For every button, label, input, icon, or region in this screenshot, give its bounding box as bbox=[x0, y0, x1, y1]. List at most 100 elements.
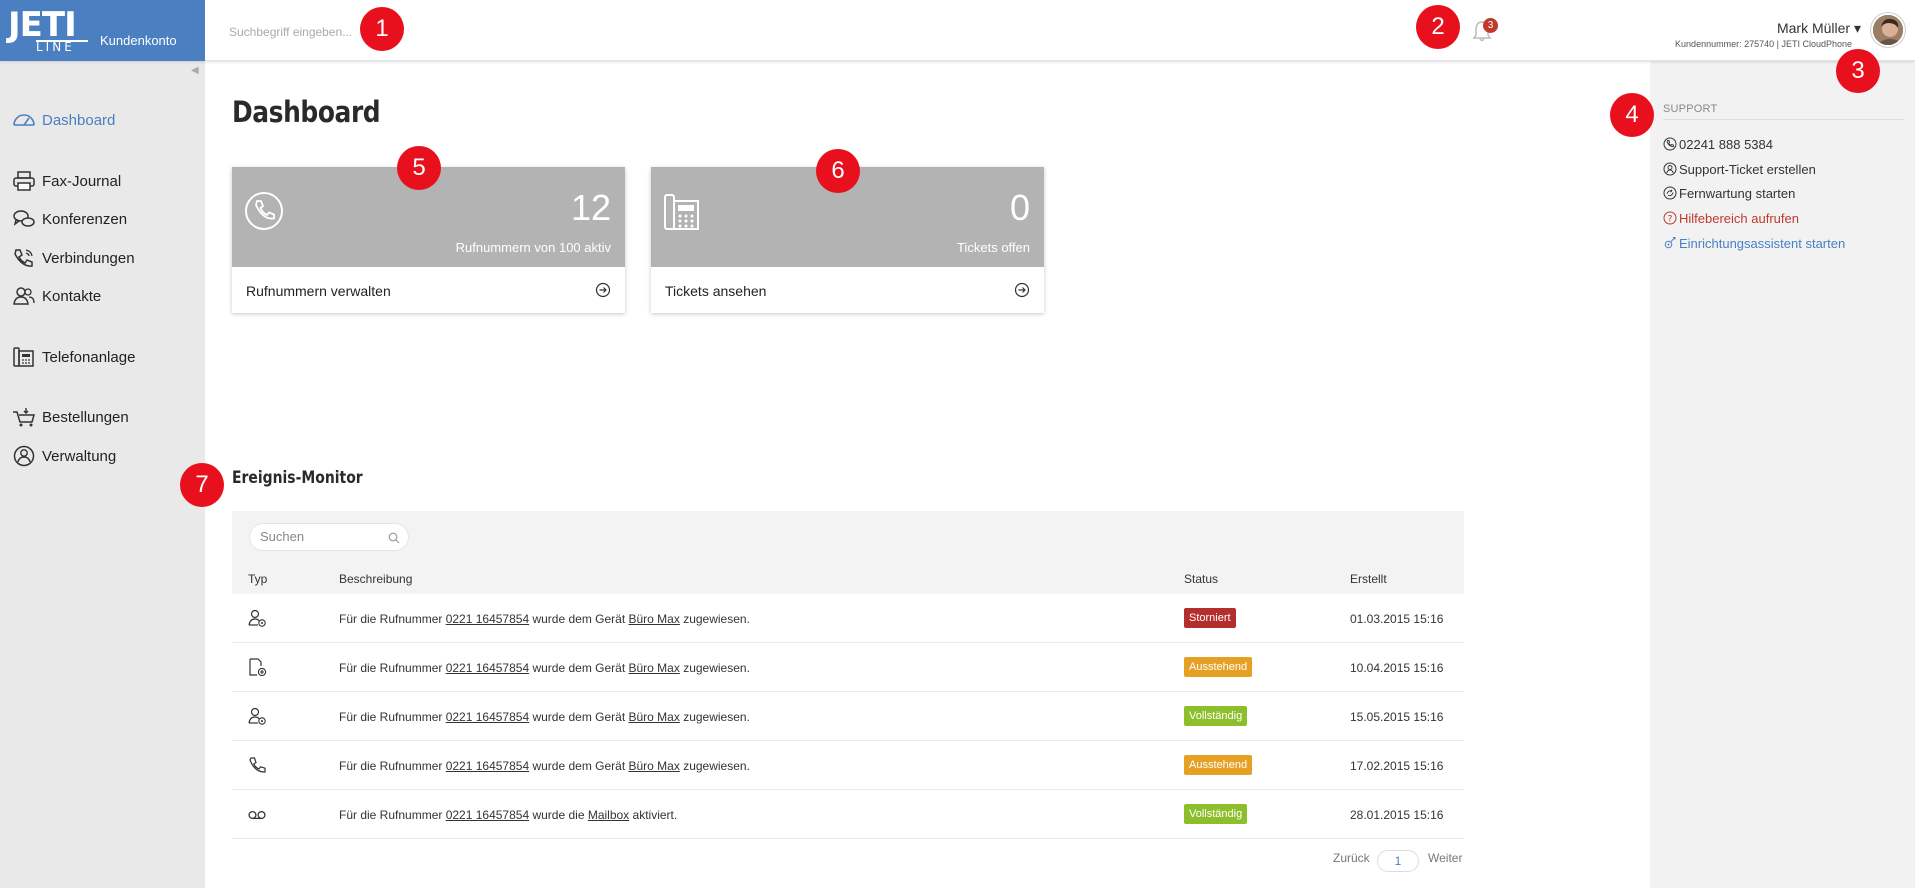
status-badge: Ausstehend bbox=[1184, 657, 1253, 677]
user-menu[interactable]: Mark Müller ▾ bbox=[1777, 20, 1861, 37]
table-row[interactable]: Für die Rufnummer 0221 16457854 wurde de… bbox=[232, 692, 1464, 741]
column-header-type[interactable]: Typ bbox=[248, 572, 267, 586]
shopping-cart-icon bbox=[13, 408, 35, 427]
printer-icon bbox=[13, 171, 35, 191]
sidebar-item-kontakte[interactable]: Kontakte bbox=[12, 284, 101, 308]
support-phone[interactable]: 02241 888 5384 bbox=[1663, 135, 1773, 153]
pager-next[interactable]: Weiter bbox=[1428, 851, 1462, 865]
sidebar-item-konferenzen[interactable]: Konferenzen bbox=[12, 207, 127, 231]
voicemail-icon bbox=[247, 804, 267, 824]
svg-text:?: ? bbox=[1668, 214, 1673, 224]
phone-handset-icon bbox=[245, 192, 283, 230]
event-monitor-toolbar bbox=[232, 511, 1464, 566]
jeti-logo[interactable]: JETI LINE bbox=[8, 5, 90, 53]
annotation-marker-6: 6 bbox=[816, 149, 860, 193]
sidebar-item-fax-journal[interactable]: Fax-Journal bbox=[12, 169, 121, 193]
notification-badge[interactable]: 3 bbox=[1483, 18, 1498, 33]
setup-wizard-link[interactable]: Einrichtungsassistent starten bbox=[1663, 234, 1845, 252]
annotation-marker-2: 2 bbox=[1416, 5, 1460, 49]
description-text: wurde dem Gerät bbox=[529, 661, 629, 675]
column-header-status[interactable]: Status bbox=[1184, 572, 1218, 586]
sidebar-item-label: Kontakte bbox=[42, 287, 102, 305]
user-settings-icon bbox=[247, 608, 267, 628]
column-header-created[interactable]: Erstellt bbox=[1350, 572, 1387, 586]
target-link[interactable]: Büro Max bbox=[629, 612, 680, 626]
help-icon: ? bbox=[1663, 211, 1677, 225]
pager-prev[interactable]: Zurück bbox=[1333, 851, 1370, 865]
pager-current-page[interactable]: 1 bbox=[1377, 850, 1419, 872]
sidebar-item-verbindungen[interactable]: Verbindungen bbox=[12, 246, 135, 270]
table-header: Typ Beschreibung Status Erstellt bbox=[232, 561, 1464, 594]
annotation-marker-5: 5 bbox=[397, 146, 441, 190]
description-text: Für die Rufnummer bbox=[339, 808, 446, 822]
phone-icon bbox=[1663, 137, 1677, 151]
phone-call-icon bbox=[14, 249, 33, 267]
row-created: 15.05.2015 15:16 bbox=[1350, 710, 1444, 724]
sidebar-item-bestellungen[interactable]: Bestellungen bbox=[12, 405, 129, 429]
wizard-icon bbox=[1664, 237, 1676, 249]
search-icon[interactable] bbox=[388, 532, 400, 544]
help-area-link[interactable]: ? Hilfebereich aufrufen bbox=[1663, 209, 1799, 227]
sidebar-item-label: Fax-Journal bbox=[42, 172, 122, 190]
phone-numbers-card: 12 Rufnummern von 100 aktiv Rufnummern v… bbox=[232, 167, 625, 313]
monitor-search[interactable] bbox=[249, 523, 409, 551]
avatar[interactable] bbox=[1871, 13, 1905, 47]
description-text: zugewiesen. bbox=[679, 759, 750, 773]
table-row[interactable]: Für die Rufnummer 0221 16457854 wurde di… bbox=[232, 790, 1464, 839]
document-add-icon bbox=[247, 657, 267, 677]
desk-phone-icon bbox=[13, 347, 34, 367]
arrow-circle-icon[interactable] bbox=[1014, 282, 1030, 298]
row-description: Für die Rufnummer 0221 16457854 wurde de… bbox=[339, 661, 750, 675]
remote-maintenance-link[interactable]: Fernwartung starten bbox=[1663, 184, 1795, 202]
monitor-search-input[interactable] bbox=[260, 529, 380, 544]
status-badge: Vollständig bbox=[1184, 804, 1248, 824]
card-description: Tickets offen bbox=[957, 240, 1030, 255]
description-text: Für die Rufnummer bbox=[339, 710, 446, 724]
sidebar-item-label: Dashboard bbox=[42, 111, 116, 129]
description-text: wurde dem Gerät bbox=[529, 710, 629, 724]
phone-number-link[interactable]: 0221 16457854 bbox=[446, 612, 529, 626]
sidebar-item-label: Bestellungen bbox=[42, 408, 129, 426]
view-tickets-link[interactable]: Tickets ansehen bbox=[665, 283, 766, 299]
chat-bubbles-icon bbox=[13, 210, 35, 227]
event-monitor-title: Ereignis-Monitor bbox=[232, 468, 363, 488]
support-ticket-icon bbox=[1663, 162, 1677, 176]
manage-numbers-link[interactable]: Rufnummern verwalten bbox=[246, 283, 391, 299]
sidebar-item-verwaltung[interactable]: Verwaltung bbox=[12, 444, 116, 468]
description-text: zugewiesen. bbox=[679, 710, 750, 724]
phone-number-link[interactable]: 0221 16457854 bbox=[446, 759, 529, 773]
logo-top-text: JETI bbox=[8, 5, 77, 45]
table-row[interactable]: Für die Rufnummer 0221 16457854 wurde de… bbox=[232, 643, 1464, 692]
page-title: Dashboard bbox=[232, 95, 381, 129]
row-created: 28.01.2015 15:16 bbox=[1350, 808, 1444, 822]
row-created: 17.02.2015 15:16 bbox=[1350, 759, 1444, 773]
user-settings-icon bbox=[247, 706, 267, 726]
description-text: aktiviert. bbox=[629, 808, 678, 822]
target-link[interactable]: Büro Max bbox=[629, 661, 680, 675]
target-link[interactable]: Büro Max bbox=[629, 759, 680, 773]
arrow-circle-icon[interactable] bbox=[595, 282, 611, 298]
support-title: SUPPORT bbox=[1663, 103, 1718, 115]
desk-phone-icon bbox=[664, 194, 699, 230]
table-row[interactable]: Für die Rufnummer 0221 16457854 wurde de… bbox=[232, 741, 1464, 790]
description-text: wurde dem Gerät bbox=[529, 612, 629, 626]
column-header-description[interactable]: Beschreibung bbox=[339, 572, 412, 586]
target-link[interactable]: Büro Max bbox=[629, 710, 680, 724]
description-text: Für die Rufnummer bbox=[339, 612, 446, 626]
brand-label: Kundenkonto bbox=[100, 33, 177, 48]
remote-icon bbox=[1663, 186, 1677, 200]
card-number: 12 bbox=[570, 187, 611, 228]
phone-number-link[interactable]: 0221 16457854 bbox=[446, 710, 529, 724]
collapse-sidebar-icon[interactable]: ◀ bbox=[191, 65, 199, 76]
support-item-label: Hilfebereich aufrufen bbox=[1679, 210, 1799, 226]
brand-area[interactable]: JETI LINE Kundenkonto bbox=[0, 0, 205, 61]
table-row[interactable]: Für die Rufnummer 0221 16457854 wurde de… bbox=[232, 594, 1464, 643]
target-link[interactable]: Mailbox bbox=[588, 808, 629, 822]
sidebar-item-telefonanlage[interactable]: Telefonanlage bbox=[12, 345, 135, 369]
annotation-marker-7: 7 bbox=[180, 463, 224, 507]
support-ticket-link[interactable]: Support-Ticket erstellen bbox=[1663, 160, 1816, 178]
phone-number-link[interactable]: 0221 16457854 bbox=[446, 808, 529, 822]
sidebar-item-dashboard[interactable]: Dashboard bbox=[12, 108, 115, 132]
phone-number-link[interactable]: 0221 16457854 bbox=[446, 661, 529, 675]
row-description: Für die Rufnummer 0221 16457854 wurde de… bbox=[339, 710, 750, 724]
